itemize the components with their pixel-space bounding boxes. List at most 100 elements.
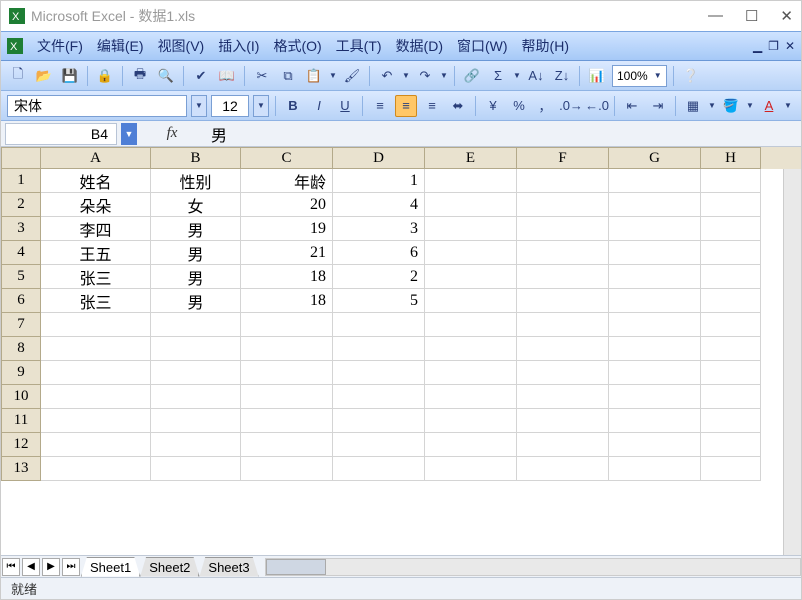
cell-E7[interactable]: [425, 313, 517, 337]
cell-D10[interactable]: [333, 385, 425, 409]
cell-G5[interactable]: [609, 265, 701, 289]
font-combo[interactable]: 宋体: [7, 95, 187, 117]
cell-B3[interactable]: 男: [151, 217, 241, 241]
open-icon[interactable]: 📂: [33, 65, 55, 87]
cell-E6[interactable]: [425, 289, 517, 313]
cell-A2[interactable]: 朵朵: [41, 193, 151, 217]
cell-F7[interactable]: [517, 313, 609, 337]
print-icon[interactable]: 🖶: [129, 65, 151, 87]
cell-B2[interactable]: 女: [151, 193, 241, 217]
cell-G7[interactable]: [609, 313, 701, 337]
formula-input[interactable]: [207, 123, 801, 145]
sheet-tab-3[interactable]: Sheet3: [199, 557, 258, 577]
cell-A9[interactable]: [41, 361, 151, 385]
cell-B10[interactable]: [151, 385, 241, 409]
decrease-decimal-button[interactable]: ←.0: [586, 95, 608, 117]
paste-dropdown[interactable]: ▼: [329, 71, 337, 80]
italic-button[interactable]: I: [308, 95, 330, 117]
cell-C6[interactable]: 18: [241, 289, 333, 313]
sheet-tab-2[interactable]: Sheet2: [140, 557, 199, 577]
paste-icon[interactable]: 📋: [303, 65, 325, 87]
cell-A11[interactable]: [41, 409, 151, 433]
cell-G2[interactable]: [609, 193, 701, 217]
cell-E2[interactable]: [425, 193, 517, 217]
align-right-button[interactable]: ≡: [421, 95, 443, 117]
cell-F13[interactable]: [517, 457, 609, 481]
sort-asc-icon[interactable]: A↓: [525, 65, 547, 87]
cell-E12[interactable]: [425, 433, 517, 457]
maximize-button[interactable]: ☐: [745, 7, 758, 25]
cell-C1[interactable]: 年龄: [241, 169, 333, 193]
cell-G10[interactable]: [609, 385, 701, 409]
doc-minimize-button[interactable]: ▁: [753, 39, 762, 53]
cell-E9[interactable]: [425, 361, 517, 385]
menu-edit[interactable]: 编辑(E): [97, 36, 144, 56]
cell-B11[interactable]: [151, 409, 241, 433]
cell-G3[interactable]: [609, 217, 701, 241]
tab-first-button[interactable]: ⏮: [2, 558, 20, 576]
fill-color-button[interactable]: 🪣: [720, 95, 742, 117]
cell-C10[interactable]: [241, 385, 333, 409]
cell-E4[interactable]: [425, 241, 517, 265]
hyperlink-icon[interactable]: 🔗: [461, 65, 483, 87]
new-icon[interactable]: 🗋: [7, 65, 29, 87]
col-header-H[interactable]: H: [701, 147, 761, 169]
cell-E13[interactable]: [425, 457, 517, 481]
autosum-dropdown[interactable]: ▼: [513, 71, 521, 80]
col-header-D[interactable]: D: [333, 147, 425, 169]
align-center-button[interactable]: ≡: [395, 95, 417, 117]
col-header-B[interactable]: B: [151, 147, 241, 169]
cell-F8[interactable]: [517, 337, 609, 361]
row-header[interactable]: 6: [1, 289, 41, 313]
cell-H1[interactable]: [701, 169, 761, 193]
row-header[interactable]: 13: [1, 457, 41, 481]
cell-D4[interactable]: 6: [333, 241, 425, 265]
redo-icon[interactable]: ↷: [414, 65, 436, 87]
cell-G12[interactable]: [609, 433, 701, 457]
cell-F1[interactable]: [517, 169, 609, 193]
help-icon[interactable]: ❔: [680, 65, 702, 87]
comma-button[interactable]: ，: [534, 95, 556, 117]
cell-F2[interactable]: [517, 193, 609, 217]
tab-prev-button[interactable]: ◀: [22, 558, 40, 576]
cell-C7[interactable]: [241, 313, 333, 337]
row-header[interactable]: 4: [1, 241, 41, 265]
cell-A7[interactable]: [41, 313, 151, 337]
cell-F6[interactable]: [517, 289, 609, 313]
col-header-E[interactable]: E: [425, 147, 517, 169]
doc-close-button[interactable]: ✕: [785, 39, 795, 53]
menu-file[interactable]: 文件(F): [37, 36, 83, 56]
cell-E1[interactable]: [425, 169, 517, 193]
merge-center-button[interactable]: ⬌: [447, 95, 469, 117]
print-preview-icon[interactable]: 🔍: [155, 65, 177, 87]
menu-tools[interactable]: 工具(T): [336, 36, 382, 56]
cell-D7[interactable]: [333, 313, 425, 337]
doc-restore-button[interactable]: ❐: [768, 39, 779, 53]
size-dropdown[interactable]: ▼: [253, 95, 269, 117]
cell-C13[interactable]: [241, 457, 333, 481]
align-left-button[interactable]: ≡: [369, 95, 391, 117]
cell-D8[interactable]: [333, 337, 425, 361]
permission-icon[interactable]: 🔒: [94, 65, 116, 87]
select-all-corner[interactable]: [1, 147, 41, 169]
cell-C9[interactable]: [241, 361, 333, 385]
cell-H6[interactable]: [701, 289, 761, 313]
name-box[interactable]: B4: [5, 123, 117, 145]
cell-H4[interactable]: [701, 241, 761, 265]
row-header[interactable]: 11: [1, 409, 41, 433]
cell-C3[interactable]: 19: [241, 217, 333, 241]
cell-C5[interactable]: 18: [241, 265, 333, 289]
cell-C4[interactable]: 21: [241, 241, 333, 265]
cell-H2[interactable]: [701, 193, 761, 217]
cell-D6[interactable]: 5: [333, 289, 425, 313]
cell-B9[interactable]: [151, 361, 241, 385]
spellcheck-icon[interactable]: ✔: [190, 65, 212, 87]
cell-C8[interactable]: [241, 337, 333, 361]
cell-C11[interactable]: [241, 409, 333, 433]
chart-wizard-icon[interactable]: 📊: [586, 65, 608, 87]
menu-data[interactable]: 数据(D): [396, 36, 443, 56]
borders-button[interactable]: ▦: [682, 95, 704, 117]
cell-E10[interactable]: [425, 385, 517, 409]
cell-D3[interactable]: 3: [333, 217, 425, 241]
row-header[interactable]: 12: [1, 433, 41, 457]
